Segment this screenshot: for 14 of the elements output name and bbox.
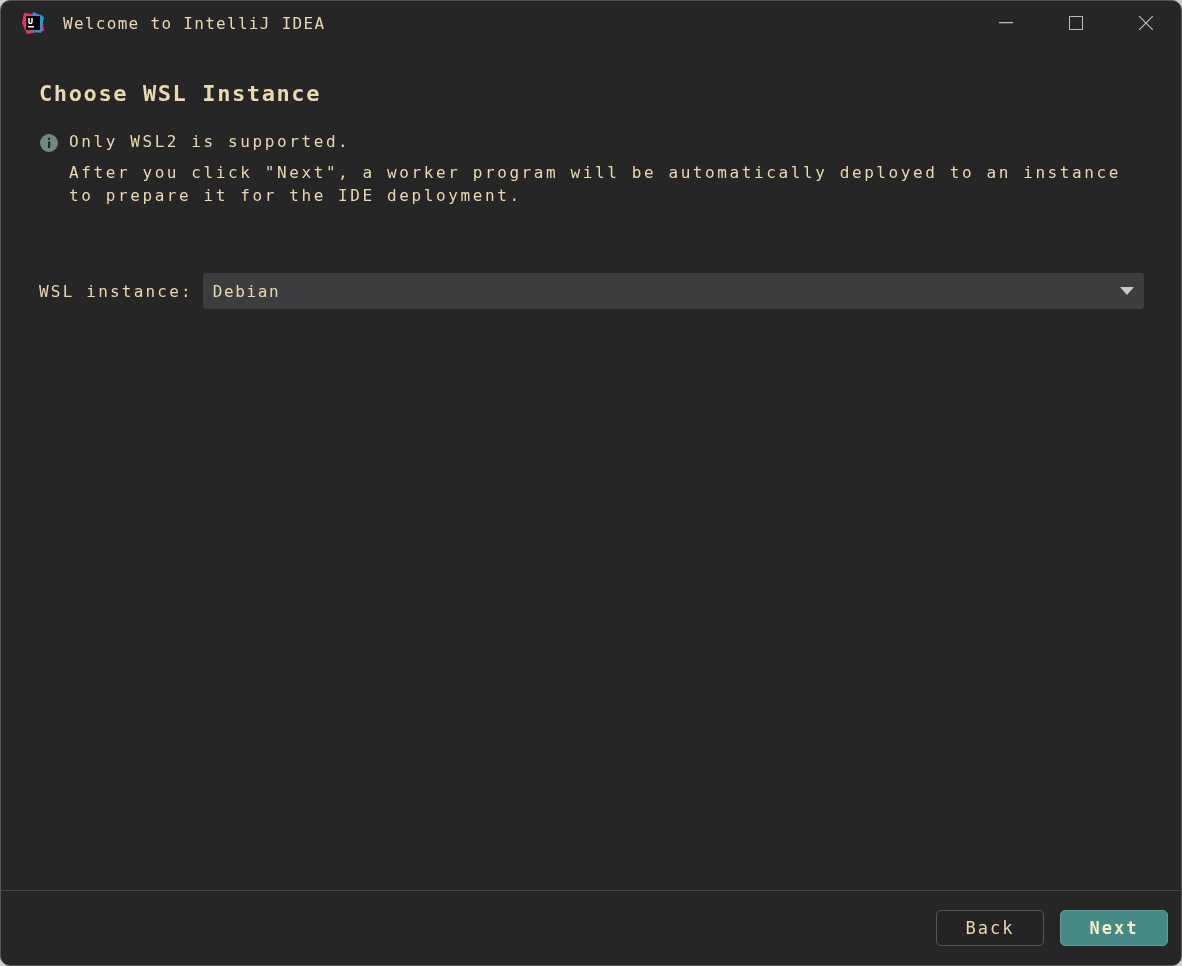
caret-icon [1120,287,1134,295]
field-label: WSL instance: [39,281,193,301]
info-icon [39,133,59,153]
maximize-icon[interactable] [1069,16,1083,30]
back-button[interactable]: Back [936,910,1044,946]
notice-text: to prepare it for the IDE deployment. [69,186,523,205]
app-logo-icon [21,11,45,35]
instance-dropdown[interactable]: Debian [202,273,1144,309]
minimize-icon[interactable] [999,22,1013,24]
notice-text: After you click "Next", a worker program will be automatically deployed to an instance [69,163,1122,182]
window-title: Welcome to IntelliJ IDEA [63,13,326,33]
notice-title: Only WSL2 is supported. [69,132,352,151]
close-icon[interactable] [1139,16,1153,30]
page-heading: Choose WSL Instance [39,81,323,106]
